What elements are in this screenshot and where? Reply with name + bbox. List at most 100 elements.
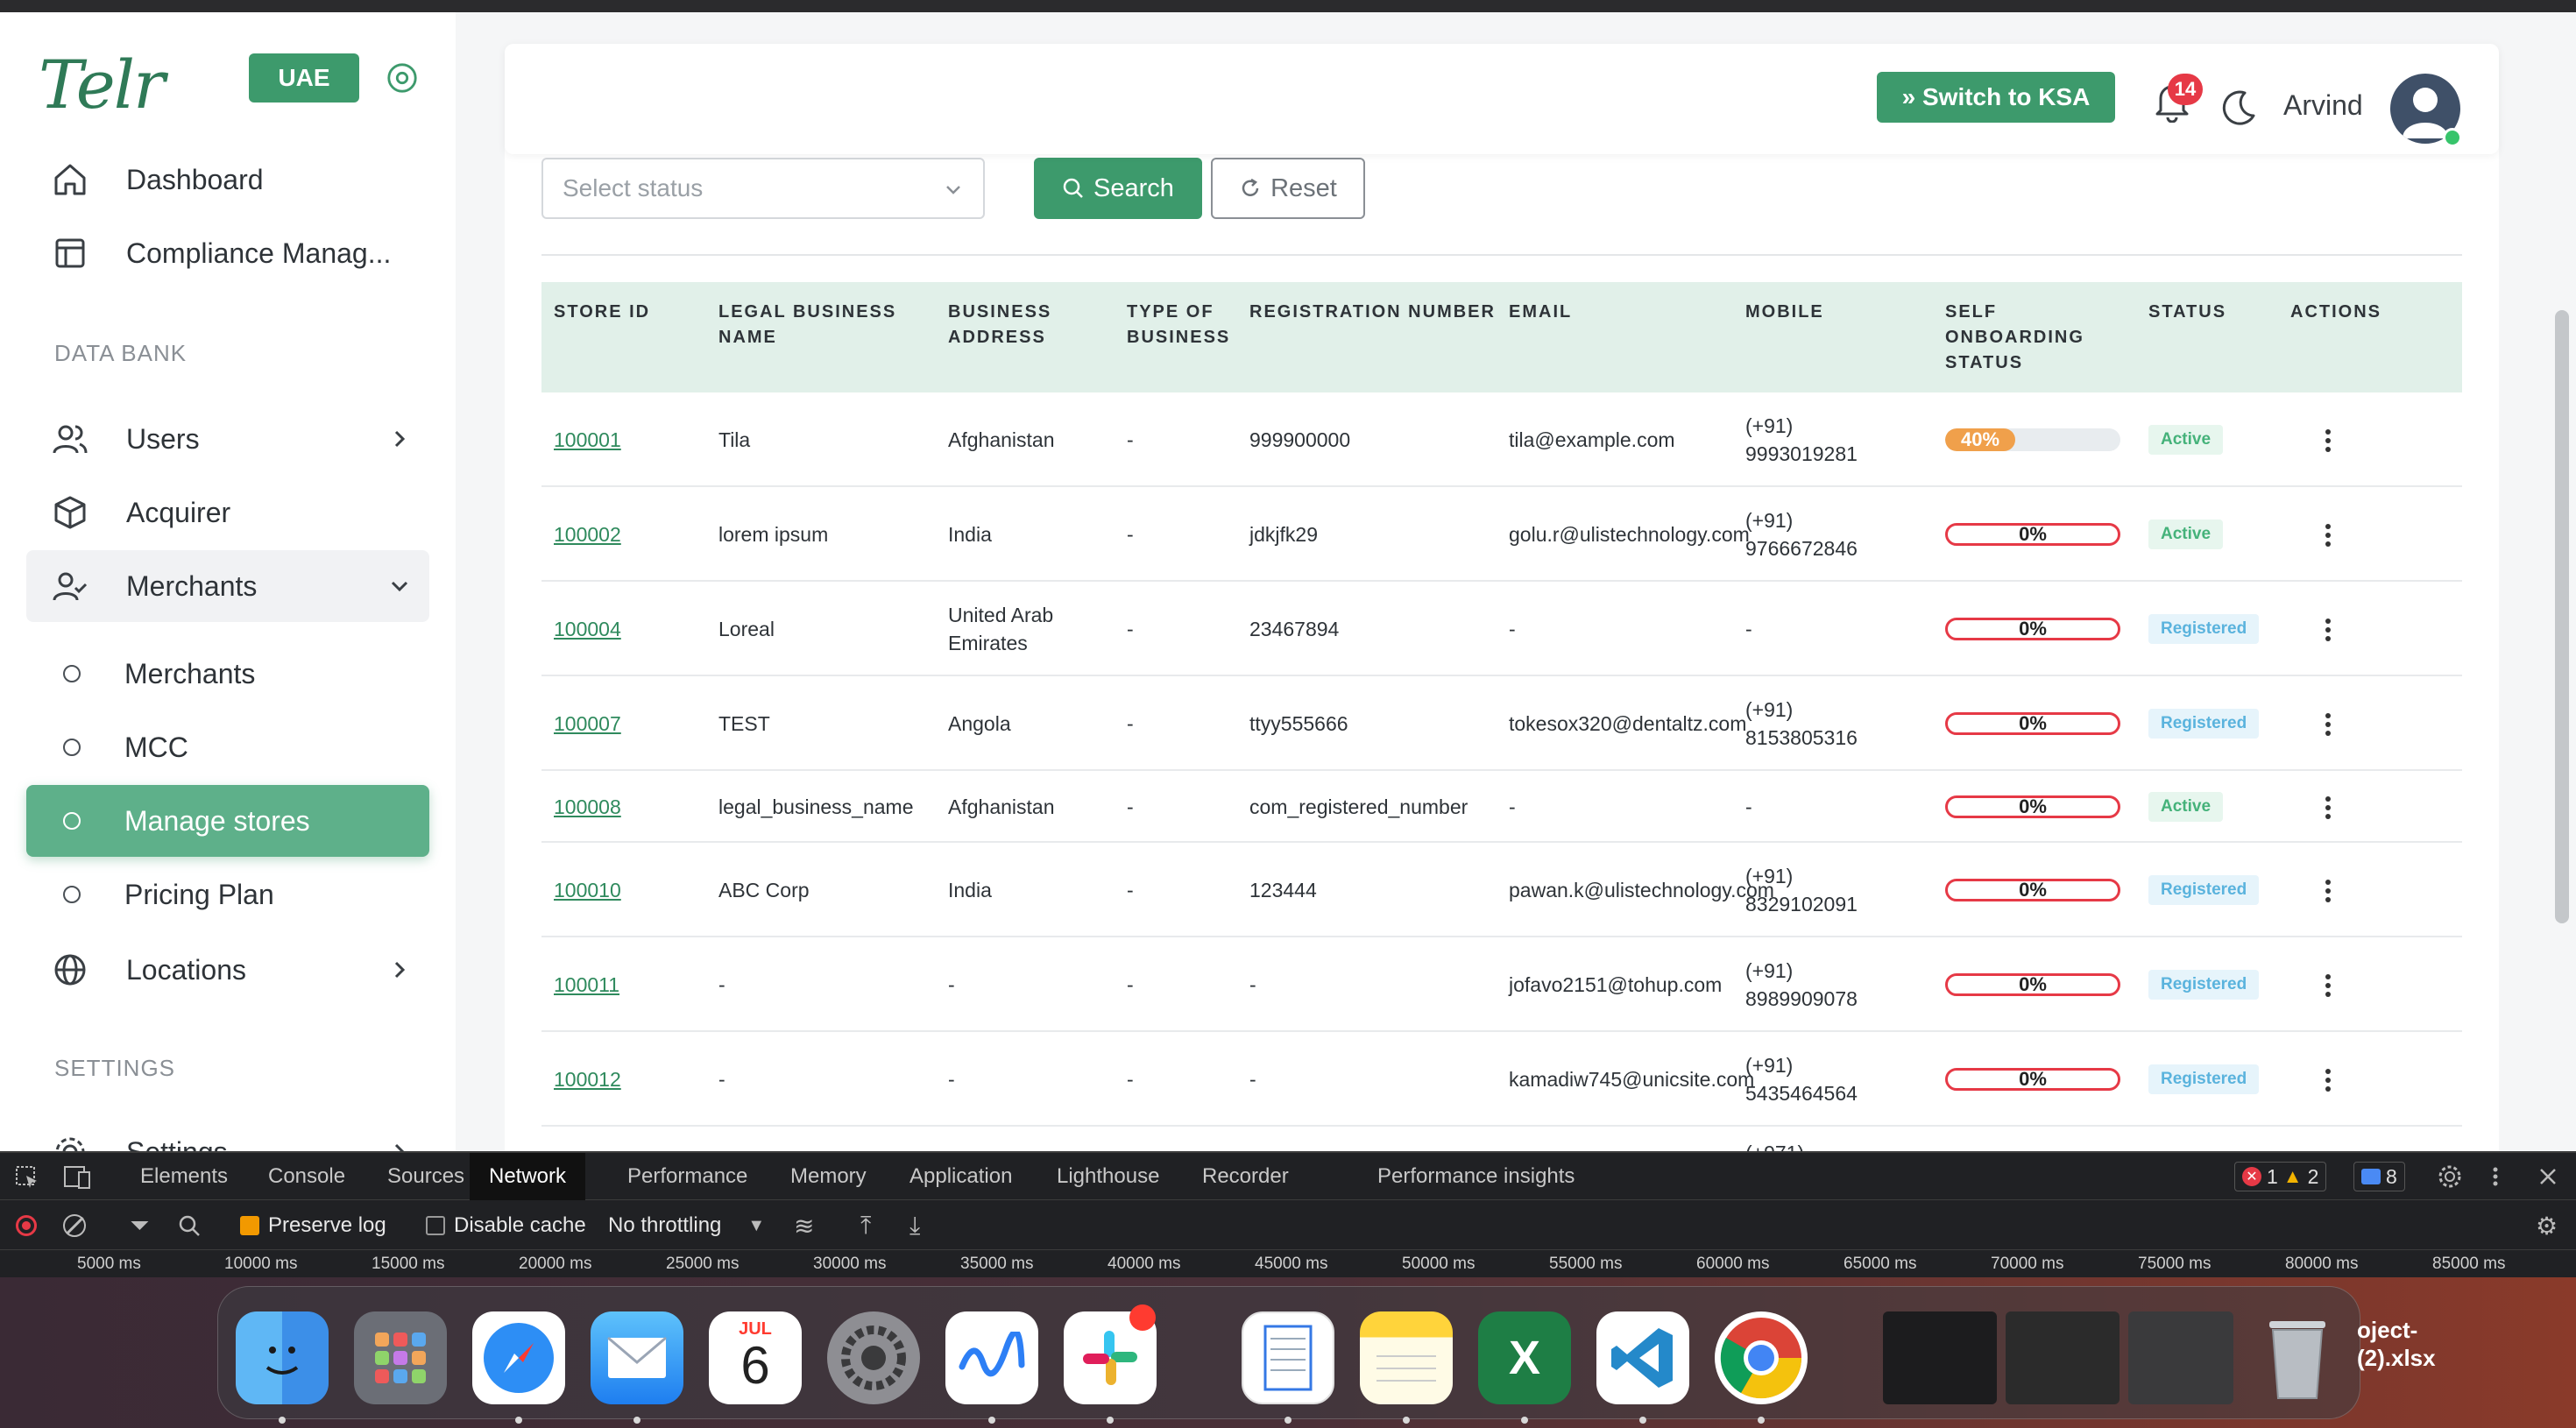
sidebar-subitem-mcc[interactable]: MCC <box>26 711 429 783</box>
launchpad-icon[interactable] <box>354 1311 447 1404</box>
mobile-cell: (+91) 9766672846 <box>1745 506 1858 562</box>
moon-icon[interactable] <box>2219 88 2259 128</box>
filter-icon[interactable]: ⏷ <box>130 1201 149 1250</box>
row-actions-menu-icon[interactable] <box>2324 619 2332 643</box>
sidebar-item-users[interactable]: Users <box>26 403 429 475</box>
calendar-icon[interactable]: JUL 6 <box>709 1311 802 1404</box>
throttling-select[interactable]: No throttling ▼ <box>608 1201 765 1250</box>
network-settings-icon[interactable]: ⚙ <box>2536 1201 2558 1250</box>
mail-icon[interactable] <box>591 1311 683 1404</box>
export-har-icon[interactable]: ⤓ <box>909 1201 920 1250</box>
devtools-tab-performance-insights[interactable]: Performance insights <box>1377 1153 1575 1200</box>
devtools-tab-elements[interactable]: Elements <box>140 1153 228 1200</box>
column-header-mobile[interactable]: MOBILE <box>1745 300 1851 325</box>
row-actions-menu-icon[interactable] <box>2324 429 2332 454</box>
messages-badge[interactable]: 8 <box>2353 1162 2405 1191</box>
network-conditions-icon[interactable]: ≋ <box>794 1201 814 1250</box>
inspect-element-icon[interactable] <box>14 1153 40 1200</box>
devtools-tab-performance[interactable]: Performance <box>627 1153 747 1200</box>
row-actions-menu-icon[interactable] <box>2324 974 2332 999</box>
devtools-tab-lighthouse[interactable]: Lighthouse <box>1057 1153 1159 1200</box>
reset-button[interactable]: Reset <box>1211 158 1365 219</box>
editor-window-thumbnail[interactable] <box>2006 1311 2120 1404</box>
column-header-store-id[interactable]: STORE ID <box>554 300 694 325</box>
sidebar-subitem-pricing-plan[interactable]: Pricing Plan <box>26 859 429 930</box>
sidebar-item-merchants[interactable]: Merchants <box>26 550 429 622</box>
disable-cache-checkbox[interactable]: Disable cache <box>426 1201 586 1250</box>
devtools-tab-console[interactable]: Console <box>268 1153 345 1200</box>
sidebar-subitem-manage-stores[interactable]: Manage stores <box>26 785 429 857</box>
store-id-link[interactable]: 100012 <box>554 1065 621 1093</box>
status-select[interactable]: Select status <box>541 158 985 219</box>
target-icon[interactable] <box>386 61 419 95</box>
import-har-icon[interactable]: ⤒ <box>860 1201 871 1250</box>
switch-to-ksa-button[interactable]: » Switch to KSA <box>1877 72 2115 123</box>
page-scrollbar[interactable] <box>2555 310 2569 923</box>
more-vertical-icon[interactable] <box>2487 1153 2504 1200</box>
column-header-address[interactable]: BUSINESS ADDRESS <box>948 300 1071 350</box>
record-button[interactable] <box>16 1201 37 1250</box>
network-timeline-ruler[interactable]: 5000 ms 10000 ms 15000 ms 20000 ms 25000 ms 3… <box>0 1251 2576 1279</box>
row-actions-menu-icon[interactable] <box>2324 796 2332 821</box>
telr-logo[interactable]: Telr <box>39 46 165 124</box>
store-id-link[interactable]: 100007 <box>554 710 621 738</box>
sidebar-item-compliance[interactable]: Compliance Manag... <box>26 217 429 289</box>
row-actions-menu-icon[interactable] <box>2324 880 2332 904</box>
desktop-file-label[interactable]: oject- (2).xlsx <box>2357 1316 2436 1372</box>
sidebar-item-acquirer[interactable]: Acquirer <box>26 477 429 548</box>
devtools-tab-network[interactable]: Network <box>470 1153 586 1200</box>
username[interactable]: Arvind <box>2283 89 2363 122</box>
sidebar-item-dashboard[interactable]: Dashboard <box>26 144 429 216</box>
store-id-link[interactable]: 100008 <box>554 793 621 821</box>
search-button[interactable]: Search <box>1034 158 1202 219</box>
textedit-icon[interactable] <box>1242 1311 1334 1404</box>
sidebar-item-label: Acquirer <box>126 496 231 528</box>
store-id-link[interactable]: 100004 <box>554 615 621 643</box>
store-id-link[interactable]: 100011 <box>554 971 619 999</box>
store-id-link[interactable]: 100010 <box>554 876 621 904</box>
column-header-type[interactable]: TYPE OF BUSINESS <box>1127 300 1241 350</box>
clear-icon <box>63 1214 86 1237</box>
row-actions-menu-icon[interactable] <box>2324 524 2332 548</box>
row-actions-menu-icon[interactable] <box>2324 1069 2332 1093</box>
store-id-link[interactable]: 100002 <box>554 520 621 548</box>
sidebar-item-locations[interactable]: Locations <box>26 934 429 1006</box>
clear-button[interactable] <box>63 1201 86 1250</box>
errors-badge[interactable]: ✕ 1 ▲ 2 <box>2234 1162 2327 1191</box>
notes-icon[interactable] <box>1360 1311 1453 1404</box>
column-header-registration[interactable]: REGISTRATION NUMBER <box>1249 300 1504 325</box>
trash-icon[interactable] <box>2251 1311 2344 1404</box>
region-badge[interactable]: UAE <box>249 53 359 103</box>
registration-cell: 999900000 <box>1249 428 1351 451</box>
excel-icon[interactable]: X <box>1478 1311 1571 1404</box>
vscode-icon[interactable] <box>1596 1311 1689 1404</box>
sidebar-item-settings[interactable]: Settings <box>26 1116 429 1151</box>
mobile-cell: (+91) 5435464564 <box>1745 1051 1858 1107</box>
freeform-icon[interactable] <box>945 1311 1038 1404</box>
finder-icon[interactable] <box>236 1311 329 1404</box>
document-window-thumbnail[interactable] <box>2128 1311 2233 1404</box>
progress-fill: 40% <box>1945 428 2015 451</box>
chrome-icon[interactable] <box>1715 1311 1808 1404</box>
column-header-status[interactable]: STATUS <box>2148 300 2254 325</box>
column-header-onboarding[interactable]: SELF ONBOARDING STATUS <box>1945 300 2094 376</box>
settings-gear-icon[interactable] <box>2434 1153 2466 1200</box>
close-icon[interactable] <box>2537 1153 2558 1200</box>
column-header-email[interactable]: EMAIL <box>1509 300 1614 325</box>
devtools-tab-memory[interactable]: Memory <box>790 1153 867 1200</box>
safari-icon[interactable] <box>472 1311 565 1404</box>
terminal-window-thumbnail[interactable] <box>1883 1311 1997 1404</box>
store-id-link[interactable]: 100001 <box>554 426 621 454</box>
devtools-tab-application[interactable]: Application <box>909 1153 1012 1200</box>
preserve-log-checkbox[interactable]: Preserve log <box>240 1201 386 1250</box>
column-header-legal-name[interactable]: LEGAL BUSINESS NAME <box>718 300 920 350</box>
registration-cell: 123444 <box>1249 879 1317 901</box>
devtools-tab-sources[interactable]: Sources <box>387 1153 464 1200</box>
system-settings-icon[interactable] <box>827 1311 920 1404</box>
search-icon[interactable] <box>177 1201 202 1250</box>
sidebar-subitem-merchants[interactable]: Merchants <box>26 638 429 710</box>
devtools-tab-recorder[interactable]: Recorder <box>1202 1153 1289 1200</box>
row-actions-menu-icon[interactable] <box>2324 713 2332 738</box>
legal-name-cell: TEST <box>718 712 770 735</box>
device-toolbar-icon[interactable] <box>61 1153 93 1200</box>
